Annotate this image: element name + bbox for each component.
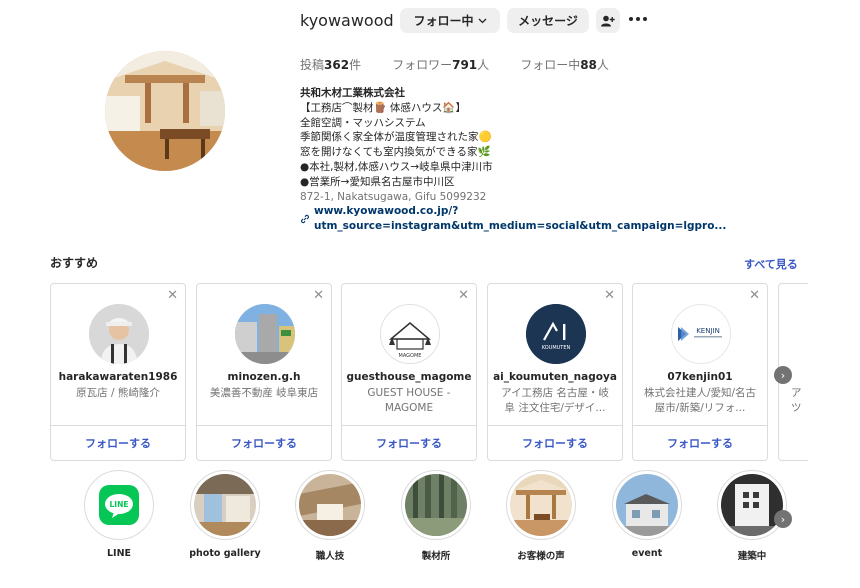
suggested-description: 美濃善不動産 岐阜東店 — [209, 387, 319, 399]
highlight-label: event — [631, 548, 663, 559]
highlight-thumbnail — [194, 474, 256, 536]
chevron-right-icon[interactable]: › — [774, 510, 792, 528]
suggested-account-card[interactable]: ✕ KENJIN 07kenjin01 株式会社建人/愛知/名古屋市/新築/リフ… — [632, 283, 768, 461]
add-person-icon — [601, 15, 615, 27]
bio-line: 全館空調・マッハシステム — [300, 116, 426, 129]
suggested-account-card[interactable]: ✕ harakawaraten1986 原瓦店 / 熊崎隆介 フォローする — [50, 283, 186, 461]
more-options-icon[interactable] — [627, 11, 649, 27]
suggested-description: GUEST HOUSE - MAGOME FURUSATO... — [367, 387, 451, 414]
suggested-username[interactable]: harakawaraten1986 — [51, 371, 185, 383]
following-stat[interactable]: フォロー中88人 — [520, 56, 609, 73]
bio-address[interactable]: 872-1, Nakatsugawa, Gifu 5099232 — [300, 190, 860, 205]
posts-count: 362 — [324, 58, 350, 72]
highlight-thumbnail — [721, 474, 783, 536]
close-icon[interactable]: ✕ — [458, 288, 469, 303]
follow-button[interactable]: フォローする — [342, 425, 476, 460]
message-button[interactable]: メッセージ — [507, 8, 589, 33]
magome-logo-text: MAGOME — [399, 353, 422, 359]
line-icon: LINE — [88, 474, 150, 536]
suggested-description: 株式会社建人/愛知/名古屋市/新築/リフォ... — [643, 387, 757, 414]
avatar[interactable] — [235, 304, 295, 364]
highlight-ring — [401, 470, 471, 540]
bio-line: 【工務店⌒製材🪵 体感ハウス🏠】 — [300, 101, 466, 114]
highlight-ring — [612, 470, 682, 540]
link-icon — [300, 214, 310, 224]
highlight-ring — [717, 470, 787, 540]
followers-suffix: 人 — [477, 58, 490, 72]
highlight-label: 職人技 — [315, 551, 345, 562]
followers-count: 791 — [452, 58, 478, 72]
close-icon[interactable]: ✕ — [167, 288, 178, 303]
posts-suffix: 件 — [349, 58, 362, 72]
bio-link-text: www.kyowawood.co.jp/?utm_source=instagra… — [314, 205, 727, 233]
profile-stats: 投稿362件 フォロワー791人 フォロー中88人 — [300, 56, 640, 73]
following-button-label: フォロー中 — [413, 14, 474, 28]
avatar[interactable]: KENJIN — [671, 304, 731, 364]
suggested-username[interactable]: ai_koumuten_nagoya — [488, 371, 622, 383]
suggested-description: アイ工務店 名古屋・岐阜 注文住宅/デザイ... — [501, 387, 609, 414]
highlight-label: 製材所 — [421, 551, 451, 562]
add-user-button[interactable] — [596, 8, 620, 33]
close-icon[interactable]: ✕ — [313, 288, 324, 303]
follow-button[interactable]: フォローする — [633, 425, 767, 460]
bio-name: 共和木材工業株式会社 — [300, 87, 405, 99]
highlight-thumbnail — [616, 474, 678, 536]
close-icon[interactable]: ✕ — [749, 288, 760, 303]
follow-button[interactable]: フォローする — [488, 425, 622, 460]
suggested-username[interactable]: 07kenjin01 — [633, 371, 767, 383]
ai-logo-text: KOUMUTEN — [542, 345, 571, 351]
follow-button[interactable]: フォローする — [51, 425, 185, 460]
highlight-label: photo gallery — [189, 548, 261, 559]
bio-line: ●本社,製材,体感ハウス→岐阜県中津川市 — [300, 160, 493, 173]
suggested-username[interactable]: minozen.g.h — [197, 371, 331, 383]
line-icon-text: LINE — [110, 500, 129, 509]
follow-button[interactable]: フォローする — [197, 425, 331, 460]
bio-line: ●営業所→愛知県名古屋市中川区 — [300, 175, 455, 188]
highlight-ring — [190, 470, 260, 540]
profile-avatar[interactable] — [105, 51, 225, 171]
avatar[interactable] — [89, 304, 149, 364]
following-count: 88 — [580, 58, 597, 72]
posts-stat: 投稿362件 — [300, 56, 361, 73]
profile-bio: 共和木材工業株式会社 【工務店⌒製材🪵 体感ハウス🏠】 全館空調・マッハシステム… — [300, 86, 860, 234]
profile-username: kyowawood — [300, 11, 394, 30]
highlight-label: お客様の声 — [517, 551, 565, 562]
suggested-description: ア ツ — [791, 387, 802, 414]
suggested-description: 原瓦店 / 熊崎隆介 — [76, 387, 160, 399]
followers-label: フォロワー — [392, 58, 453, 72]
see-all-link[interactable]: すべて見る — [744, 256, 798, 272]
highlight-ring: LINE — [84, 470, 154, 540]
bio-line: 季節関係く家全体が温度管理された家🟡 — [300, 131, 492, 144]
highlight-ring — [295, 470, 365, 540]
chevron-down-icon — [478, 18, 487, 24]
following-label: フォロー中 — [520, 58, 581, 72]
suggested-account-card[interactable]: ✕ MAGOME guesthouse_magome GUEST HOUSE -… — [341, 283, 477, 461]
avatar[interactable]: MAGOME — [380, 304, 440, 364]
bio-line: 窓を開けなくても室内換気ができる家🌿 — [300, 146, 491, 159]
chevron-right-icon[interactable]: › — [774, 366, 792, 384]
suggested-username[interactable]: guesthouse_magome — [342, 371, 476, 383]
following-button[interactable]: フォロー中 — [400, 8, 500, 33]
highlight-thumbnail — [405, 474, 467, 536]
avatar[interactable]: KOUMUTEN — [526, 304, 586, 364]
posts-label: 投稿 — [300, 58, 325, 72]
bio-website-link[interactable]: www.kyowawood.co.jp/?utm_source=instagra… — [300, 204, 860, 234]
following-suffix: 人 — [596, 58, 609, 72]
highlight-thumbnail — [299, 474, 361, 536]
suggested-account-card[interactable]: ✕ minozen.g.h 美濃善不動産 岐阜東店 フォローする — [196, 283, 332, 461]
kenjin-logo-text: KENJIN — [696, 327, 720, 335]
highlight-label: 建築中 — [737, 551, 767, 562]
close-icon[interactable]: ✕ — [604, 288, 615, 303]
followers-stat[interactable]: フォロワー791人 — [392, 56, 489, 73]
highlight-thumbnail — [510, 474, 572, 536]
recommendations-title: おすすめ — [50, 256, 99, 270]
suggested-account-card[interactable]: ✕ KOUMUTEN ai_koumuten_nagoya アイ工務店 名古屋・… — [487, 283, 623, 461]
highlight-ring — [506, 470, 576, 540]
highlight-label: LINE — [106, 548, 132, 559]
